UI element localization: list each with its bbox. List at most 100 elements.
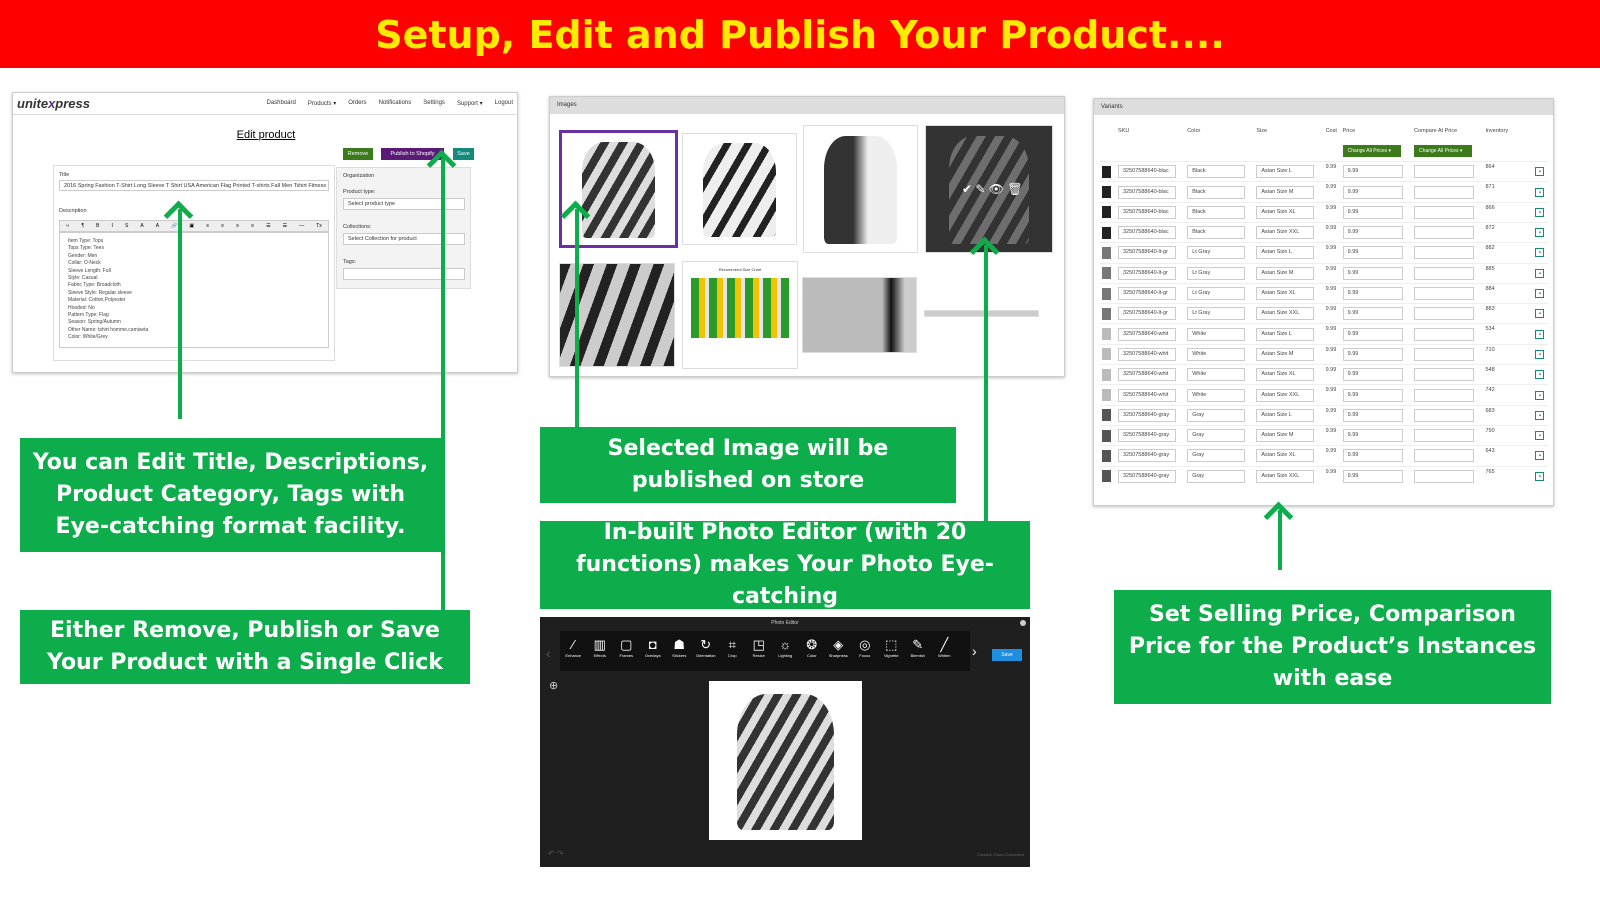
compare-at-price-input[interactable]	[1414, 307, 1475, 321]
size-input[interactable]: Asian Size L	[1256, 246, 1315, 260]
product-image[interactable]	[924, 310, 1039, 317]
size-input[interactable]: Asian Size XL	[1256, 449, 1315, 463]
nav-item[interactable]: Settings	[423, 100, 445, 107]
color-input[interactable]: Black	[1187, 205, 1246, 219]
size-input[interactable]: Asian Size M	[1256, 347, 1315, 361]
price-input[interactable]: 9.99	[1342, 226, 1403, 240]
color-input[interactable]: Lt Gray	[1187, 266, 1246, 280]
change-all-compare-prices-button[interactable]: Change All Prices ▾	[1414, 145, 1473, 158]
size-input[interactable]: Asian Size XXL	[1256, 388, 1315, 402]
next-arrow-icon[interactable]: ›	[972, 643, 977, 659]
price-input[interactable]: 9.99	[1342, 205, 1403, 219]
delete-icon[interactable]: ▪	[1535, 309, 1545, 319]
price-input[interactable]: 9.99	[1342, 408, 1403, 422]
description-editor[interactable]: Item Type: Tops Tops Type: Tees Gender: Me…	[59, 232, 329, 348]
tool-resize[interactable]: ◳ Resize	[746, 637, 773, 658]
size-input[interactable]: Asian Size XXL	[1256, 226, 1315, 240]
delete-icon[interactable]: ▪	[1535, 289, 1545, 299]
delete-icon[interactable]: ▪	[1535, 370, 1545, 380]
price-input[interactable]: 9.99	[1342, 246, 1403, 260]
remove-button[interactable]: Remove	[343, 148, 373, 160]
tool-enhance[interactable]: ⁄ Enhance	[560, 637, 587, 658]
size-input[interactable]: Asian Size M	[1256, 429, 1315, 443]
nav-item[interactable]: Products ▾	[308, 100, 336, 107]
price-input[interactable]: 9.99	[1342, 327, 1403, 341]
compare-at-price-input[interactable]	[1414, 368, 1475, 382]
tags-input[interactable]	[343, 268, 465, 280]
compare-at-price-input[interactable]	[1414, 287, 1475, 301]
nav-item[interactable]: Orders	[348, 100, 366, 107]
save-button[interactable]: Save	[453, 148, 474, 160]
delete-icon[interactable]: ▪	[1535, 167, 1545, 177]
size-input[interactable]: Asian Size XL	[1256, 368, 1315, 382]
editor-tool-icon[interactable]: I	[112, 223, 113, 229]
zoom-icon[interactable]: ⊕	[549, 679, 558, 692]
sku-input[interactable]: 32507588640-gray	[1118, 429, 1176, 443]
size-input[interactable]: Asian Size L	[1256, 165, 1315, 179]
color-input[interactable]: Gray	[1187, 408, 1246, 422]
price-input[interactable]: 9.99	[1342, 449, 1403, 463]
size-input[interactable]: Asian Size XXL	[1256, 307, 1315, 321]
sku-input[interactable]: 32507588640-gray	[1118, 449, 1176, 463]
tool-frames[interactable]: ▢ Frames	[613, 637, 640, 658]
delete-icon[interactable]: ▪	[1535, 207, 1545, 217]
delete-icon[interactable]: ▪	[1535, 187, 1545, 197]
size-input[interactable]: Asian Size L	[1256, 327, 1315, 341]
editor-tool-icon[interactable]: ¶	[81, 223, 84, 229]
size-input[interactable]: Asian Size M	[1256, 185, 1315, 199]
editor-save-button[interactable]: Save	[992, 649, 1022, 661]
size-input[interactable]: Asian Size M	[1256, 266, 1315, 280]
editor-tool-icon[interactable]: ≡	[236, 223, 239, 229]
delete-icon[interactable]: ▪	[1535, 471, 1545, 481]
compare-at-price-input[interactable]	[1414, 449, 1475, 463]
delete-icon[interactable]: ▪	[1535, 248, 1545, 258]
size-input[interactable]: Asian Size XXL	[1256, 469, 1315, 483]
editor-tool-icon[interactable]: —	[299, 223, 304, 229]
price-input[interactable]: 9.99	[1342, 429, 1403, 443]
color-input[interactable]: White	[1187, 347, 1246, 361]
color-input[interactable]: White	[1187, 327, 1246, 341]
editor-tool-icon[interactable]: ☰	[266, 223, 270, 229]
delete-icon[interactable]: ▪	[1535, 431, 1545, 441]
compare-at-price-input[interactable]	[1414, 185, 1475, 199]
compare-at-price-input[interactable]	[1414, 388, 1475, 402]
compare-at-price-input[interactable]	[1414, 327, 1475, 341]
editor-tool-icon[interactable]: ▣	[189, 223, 194, 229]
sku-input[interactable]: 32507588640-lt-gr	[1118, 307, 1176, 321]
editor-tool-icon[interactable]: A	[140, 223, 143, 229]
editor-tool-icon[interactable]: ≡	[251, 223, 254, 229]
compare-at-price-input[interactable]	[1414, 165, 1475, 179]
nav-item[interactable]: Logout	[495, 100, 513, 107]
compare-at-price-input[interactable]	[1414, 205, 1475, 219]
sku-input[interactable]: 32507588640-lt-gr	[1118, 246, 1176, 260]
tool-color[interactable]: ❂ Color	[799, 637, 826, 658]
color-input[interactable]: Gray	[1187, 449, 1246, 463]
tool-stickers[interactable]: ☗ Stickers	[666, 637, 693, 658]
color-input[interactable]: Black	[1187, 185, 1246, 199]
compare-at-price-input[interactable]	[1414, 246, 1475, 260]
editor-tool-icon[interactable]: A	[156, 223, 159, 229]
price-input[interactable]: 9.99	[1342, 185, 1403, 199]
price-input[interactable]: 9.99	[1342, 469, 1403, 483]
price-input[interactable]: 9.99	[1342, 165, 1403, 179]
editor-tool-icon[interactable]: Tx	[316, 223, 322, 229]
sku-input[interactable]: 32507588640-lt-gr	[1118, 266, 1176, 280]
editor-tool-icon[interactable]: ☰	[283, 223, 287, 229]
size-input[interactable]: Asian Size XL	[1256, 205, 1315, 219]
tool-sharpness[interactable]: ◈ Sharpness	[825, 637, 852, 658]
sku-input[interactable]: 32507588640-lt-gr	[1118, 287, 1176, 301]
tool-effects[interactable]: ▥ Effects	[587, 637, 614, 658]
size-input[interactable]: Asian Size L	[1256, 408, 1315, 422]
editor-tool-icon[interactable]: ‹›	[66, 223, 69, 229]
color-input[interactable]: Gray	[1187, 429, 1246, 443]
editor-tool-icon[interactable]: ≡	[206, 223, 209, 229]
color-input[interactable]: White	[1187, 368, 1246, 382]
price-input[interactable]: 9.99	[1342, 307, 1403, 321]
nav-item[interactable]: Dashboard	[267, 100, 296, 107]
compare-at-price-input[interactable]	[1414, 226, 1475, 240]
sku-input[interactable]: 32507588640-blac	[1118, 165, 1176, 179]
sku-input[interactable]: 32507588640-whit	[1118, 327, 1176, 341]
tool-crop[interactable]: ⌗ Crop	[719, 637, 746, 658]
nav-item[interactable]: Support ▾	[457, 100, 483, 107]
editor-tool-icon[interactable]: ≡	[221, 223, 224, 229]
